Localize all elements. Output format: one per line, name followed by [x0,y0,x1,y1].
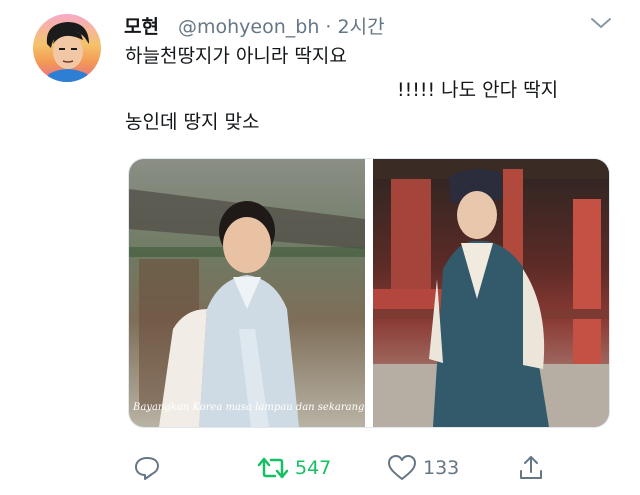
retweet-count: 547 [295,457,332,479]
avatar[interactable] [33,14,101,82]
avatar-cartoon-image [43,22,91,82]
retweet-button[interactable]: 547 [257,450,331,486]
tweet-actions: 547 133 [125,450,595,486]
reply-icon [135,457,159,480]
media-grid: Bayangkan Korea masa lampau dan sekarang… [128,158,610,428]
man-in-blue-robe-image [373,159,609,427]
tweet-text-line: 농인데 땅지 맞소 [125,111,260,133]
retweet-icon [257,457,289,479]
like-button[interactable]: 133 [387,450,459,486]
heart-icon [388,455,416,480]
man-in-hanbok-image [129,189,365,427]
tweet-text-line: 하늘천땅지가 아니라 딱지요 [125,45,347,67]
photo-left[interactable]: Bayangkan Korea masa lampau dan sekarang… [129,159,365,427]
tweet-header: 모현 @mohyeon_bh · 2시간 [124,10,620,38]
media-divider [365,159,373,427]
handle-and-time[interactable]: @mohyeon_bh · 2시간 [178,12,385,39]
like-count: 133 [423,457,460,479]
display-name[interactable]: 모현 [124,12,159,39]
chevron-down-icon[interactable] [590,16,612,30]
photo-right[interactable] [373,159,609,427]
media-caption: Bayangkan Korea masa lampau dan sekarang… [133,402,365,413]
reply-button[interactable] [133,450,161,486]
share-button[interactable] [517,450,545,486]
tweet-text-line: !!!!! 나도 안다 딱지 [397,79,559,101]
share-icon [520,456,542,479]
